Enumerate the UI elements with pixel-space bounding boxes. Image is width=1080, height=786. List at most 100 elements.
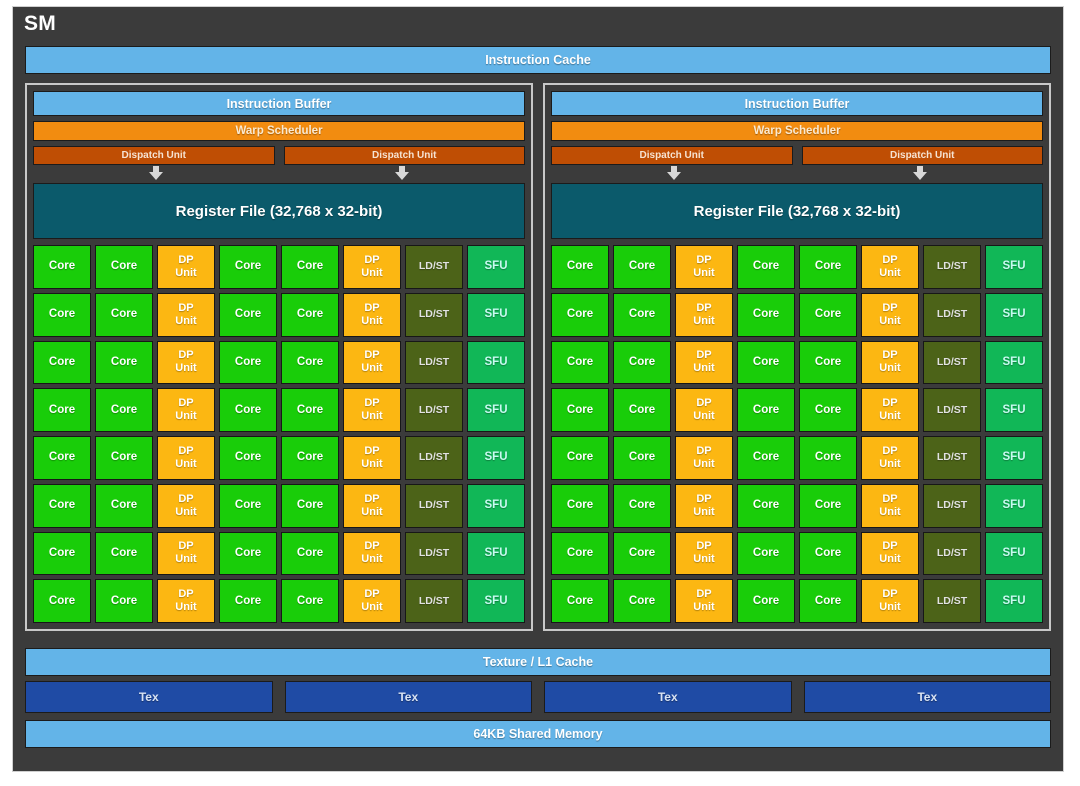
dp-unit-label-line1: DP <box>882 349 897 362</box>
dp-unit: DPUnit <box>343 293 401 337</box>
sfu-unit: SFU <box>467 532 525 576</box>
execution-unit-grid-2: CoreCoreDPUnitCoreCoreDPUnitLD/STSFUCore… <box>551 245 1043 623</box>
core-unit: Core <box>613 484 671 528</box>
texture-unit-block: Tex <box>285 681 533 713</box>
core-unit: Core <box>799 388 857 432</box>
ldst-unit: LD/ST <box>923 388 981 432</box>
core-unit: Core <box>33 341 91 385</box>
dp-unit-label-line1: DP <box>178 540 193 553</box>
ldst-unit: LD/ST <box>405 579 463 623</box>
dp-unit-label-line1: DP <box>882 540 897 553</box>
core-unit: Core <box>799 436 857 480</box>
sfu-unit: SFU <box>985 484 1043 528</box>
sfu-unit: SFU <box>985 341 1043 385</box>
processing-block-1: Instruction Buffer Warp Scheduler Dispat… <box>25 83 533 631</box>
dp-unit-label-line1: DP <box>882 588 897 601</box>
dispatch-unit-row-2: Dispatch Unit Dispatch Unit <box>551 146 1043 165</box>
core-unit: Core <box>219 579 277 623</box>
dp-unit-label-line2: Unit <box>693 458 714 471</box>
dp-unit: DPUnit <box>675 341 733 385</box>
core-unit: Core <box>33 484 91 528</box>
sfu-unit: SFU <box>985 436 1043 480</box>
dp-unit-label-line1: DP <box>696 493 711 506</box>
dispatch-arrow-row-1 <box>33 166 525 182</box>
dp-unit-label-line2: Unit <box>693 553 714 566</box>
dp-unit-label-line2: Unit <box>361 553 382 566</box>
dp-unit-label-line1: DP <box>178 493 193 506</box>
core-unit: Core <box>33 436 91 480</box>
dp-unit-label-line1: DP <box>882 445 897 458</box>
core-unit: Core <box>219 245 277 289</box>
arrow-cell <box>797 166 1043 182</box>
dp-unit-label-line1: DP <box>364 397 379 410</box>
dp-unit-label-line2: Unit <box>879 506 900 519</box>
dp-unit: DPUnit <box>861 293 919 337</box>
dp-unit-label-line2: Unit <box>175 362 196 375</box>
dp-unit-label-line2: Unit <box>693 601 714 614</box>
dp-unit-label-line1: DP <box>882 493 897 506</box>
core-unit: Core <box>219 388 277 432</box>
dp-unit-label-line2: Unit <box>879 553 900 566</box>
dp-unit-label-line1: DP <box>178 349 193 362</box>
register-file-block-2: Register File (32,768 x 32-bit) <box>551 183 1043 239</box>
core-unit: Core <box>95 484 153 528</box>
dp-unit-label-line2: Unit <box>879 410 900 423</box>
dp-unit-label-line1: DP <box>882 397 897 410</box>
dispatch-unit-block-2b: Dispatch Unit <box>802 146 1044 165</box>
sfu-unit: SFU <box>467 484 525 528</box>
core-unit: Core <box>95 532 153 576</box>
core-unit: Core <box>737 436 795 480</box>
instruction-cache-block: Instruction Cache <box>25 46 1051 74</box>
core-unit: Core <box>281 579 339 623</box>
dp-unit: DPUnit <box>675 532 733 576</box>
dp-unit: DPUnit <box>675 388 733 432</box>
dp-unit-label-line2: Unit <box>175 506 196 519</box>
dp-unit: DPUnit <box>343 341 401 385</box>
ldst-unit: LD/ST <box>923 579 981 623</box>
core-unit: Core <box>613 388 671 432</box>
core-unit: Core <box>613 293 671 337</box>
sfu-unit: SFU <box>985 388 1043 432</box>
core-unit: Core <box>219 532 277 576</box>
dp-unit-label-line2: Unit <box>175 601 196 614</box>
dispatch-arrow-row-2 <box>551 166 1043 182</box>
dp-unit-label-line2: Unit <box>175 410 196 423</box>
dp-unit: DPUnit <box>861 245 919 289</box>
ldst-unit: LD/ST <box>923 245 981 289</box>
dp-unit-label-line1: DP <box>364 445 379 458</box>
sfu-unit: SFU <box>467 341 525 385</box>
ldst-unit: LD/ST <box>923 436 981 480</box>
dp-unit: DPUnit <box>343 245 401 289</box>
dp-unit: DPUnit <box>157 245 215 289</box>
dp-unit-label-line2: Unit <box>175 458 196 471</box>
dp-unit-label-line2: Unit <box>361 601 382 614</box>
core-unit: Core <box>281 436 339 480</box>
core-unit: Core <box>613 532 671 576</box>
dp-unit-label-line2: Unit <box>879 601 900 614</box>
dp-unit-label-line2: Unit <box>361 362 382 375</box>
texture-unit-row: TexTexTexTex <box>25 681 1051 713</box>
ldst-unit: LD/ST <box>923 341 981 385</box>
dp-unit-label-line2: Unit <box>693 362 714 375</box>
sfu-unit: SFU <box>467 245 525 289</box>
core-unit: Core <box>551 341 609 385</box>
core-unit: Core <box>613 436 671 480</box>
dp-unit-label-line1: DP <box>696 445 711 458</box>
shared-memory-block: 64KB Shared Memory <box>25 720 1051 748</box>
core-unit: Core <box>281 484 339 528</box>
dp-unit: DPUnit <box>343 579 401 623</box>
arrow-cell <box>279 166 525 182</box>
core-unit: Core <box>219 341 277 385</box>
processing-block-2: Instruction Buffer Warp Scheduler Dispat… <box>543 83 1051 631</box>
core-unit: Core <box>799 245 857 289</box>
sfu-unit: SFU <box>467 436 525 480</box>
dp-unit-label-line1: DP <box>178 254 193 267</box>
sfu-unit: SFU <box>467 388 525 432</box>
core-unit: Core <box>551 293 609 337</box>
core-unit: Core <box>737 579 795 623</box>
dp-unit-label-line1: DP <box>178 397 193 410</box>
dp-unit-label-line2: Unit <box>879 458 900 471</box>
sm-title: SM <box>24 10 56 37</box>
dp-unit-label-line2: Unit <box>879 362 900 375</box>
dp-unit-label-line1: DP <box>696 397 711 410</box>
